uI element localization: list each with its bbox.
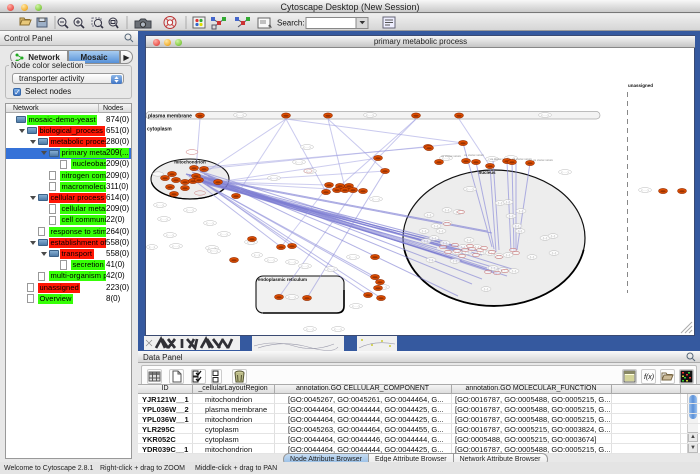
svg-text:(......): (......) [642, 188, 649, 192]
svg-text:(...): (...) [422, 229, 427, 233]
svg-text:(...): (...) [551, 234, 556, 238]
svg-text:(......): (......) [307, 327, 314, 331]
svg-text:(...): (...) [552, 251, 557, 255]
svg-text:(...): (...) [506, 200, 511, 204]
svg-text:(......): (......) [221, 232, 228, 236]
svg-text:(......): (......) [328, 267, 335, 271]
svg-text:(......): (......) [562, 170, 569, 174]
svg-text:(......): (......) [187, 208, 194, 212]
svg-text:(......): (......) [335, 327, 342, 331]
svg-text:(...): (...) [519, 209, 524, 213]
svg-text:(...): (...) [424, 239, 429, 243]
svg-text:(......): (......) [542, 113, 549, 117]
svg-text:(...): (...) [453, 259, 458, 263]
svg-text:(......): (......) [207, 221, 214, 225]
svg-text:(......): (......) [167, 233, 174, 237]
svg-text:(...): (...) [429, 258, 434, 262]
svg-text:xx xxxxx xxxxx: xx xxxxx xxxxx [533, 158, 553, 162]
svg-text:(......): (......) [307, 169, 314, 173]
svg-text:(......): (......) [237, 113, 244, 117]
svg-text:(......): (......) [289, 260, 296, 264]
svg-text:(......): (......) [353, 304, 360, 308]
svg-text:(......): (......) [304, 145, 311, 149]
svg-text:(...): (...) [512, 269, 517, 273]
svg-text:(...): (...) [530, 255, 535, 259]
svg-text:f(x): f(x) [644, 374, 654, 381]
svg-text:(......): (......) [296, 160, 303, 164]
svg-text:(......): (......) [271, 176, 278, 180]
svg-text:(......): (......) [350, 255, 357, 259]
svg-text:(....): (....) [149, 245, 154, 249]
svg-text:(......): (......) [373, 197, 380, 201]
svg-text:unassigned: unassigned [628, 83, 653, 88]
svg-text:(...): (...) [515, 224, 520, 228]
svg-text:(....): (....) [254, 253, 259, 257]
svg-text:(......): (......) [173, 244, 180, 248]
svg-text:(...): (...) [543, 236, 548, 240]
svg-text:plasma membrane: plasma membrane [148, 114, 192, 120]
svg-text:(...): (...) [434, 224, 439, 228]
svg-text:(......): (......) [302, 264, 309, 268]
svg-text:(...): (...) [432, 236, 437, 240]
svg-text:(...): (...) [491, 266, 496, 270]
svg-text:(...): (...) [443, 241, 448, 245]
svg-text:(......): (......) [161, 217, 168, 221]
svg-text:(......): (......) [268, 258, 275, 262]
svg-text:(...): (...) [484, 287, 489, 291]
svg-text:xx xxxxx xxxxx: xx xxxxx xxxxx [464, 153, 484, 157]
svg-text:(...): (...) [439, 229, 444, 233]
svg-text:Search:: Search: [277, 19, 305, 28]
svg-text:(...): (...) [445, 208, 450, 212]
svg-text:(......): (......) [211, 249, 218, 253]
svg-text:nucleus: nucleus [478, 170, 496, 175]
svg-text:(......): (......) [157, 203, 164, 207]
svg-text:(...): (...) [427, 213, 432, 217]
svg-text:(......): (......) [367, 113, 374, 117]
svg-text:mitochondrion: mitochondrion [174, 160, 206, 165]
svg-text:(...): (...) [467, 238, 472, 242]
svg-text:(...): (...) [518, 229, 523, 233]
svg-text:cytoplasm: cytoplasm [147, 127, 172, 133]
svg-text:(......): (......) [467, 187, 474, 191]
svg-text:endoplasmic reticulum: endoplasmic reticulum [258, 277, 307, 282]
svg-text:(......): (......) [289, 295, 296, 299]
svg-text:(...): (...) [509, 214, 514, 218]
svg-text:xx xxxxx xxxxx: xx xxxxx xxxxx [441, 154, 461, 158]
svg-text:(...): (...) [506, 253, 511, 257]
svg-text:(...): (...) [498, 201, 503, 205]
